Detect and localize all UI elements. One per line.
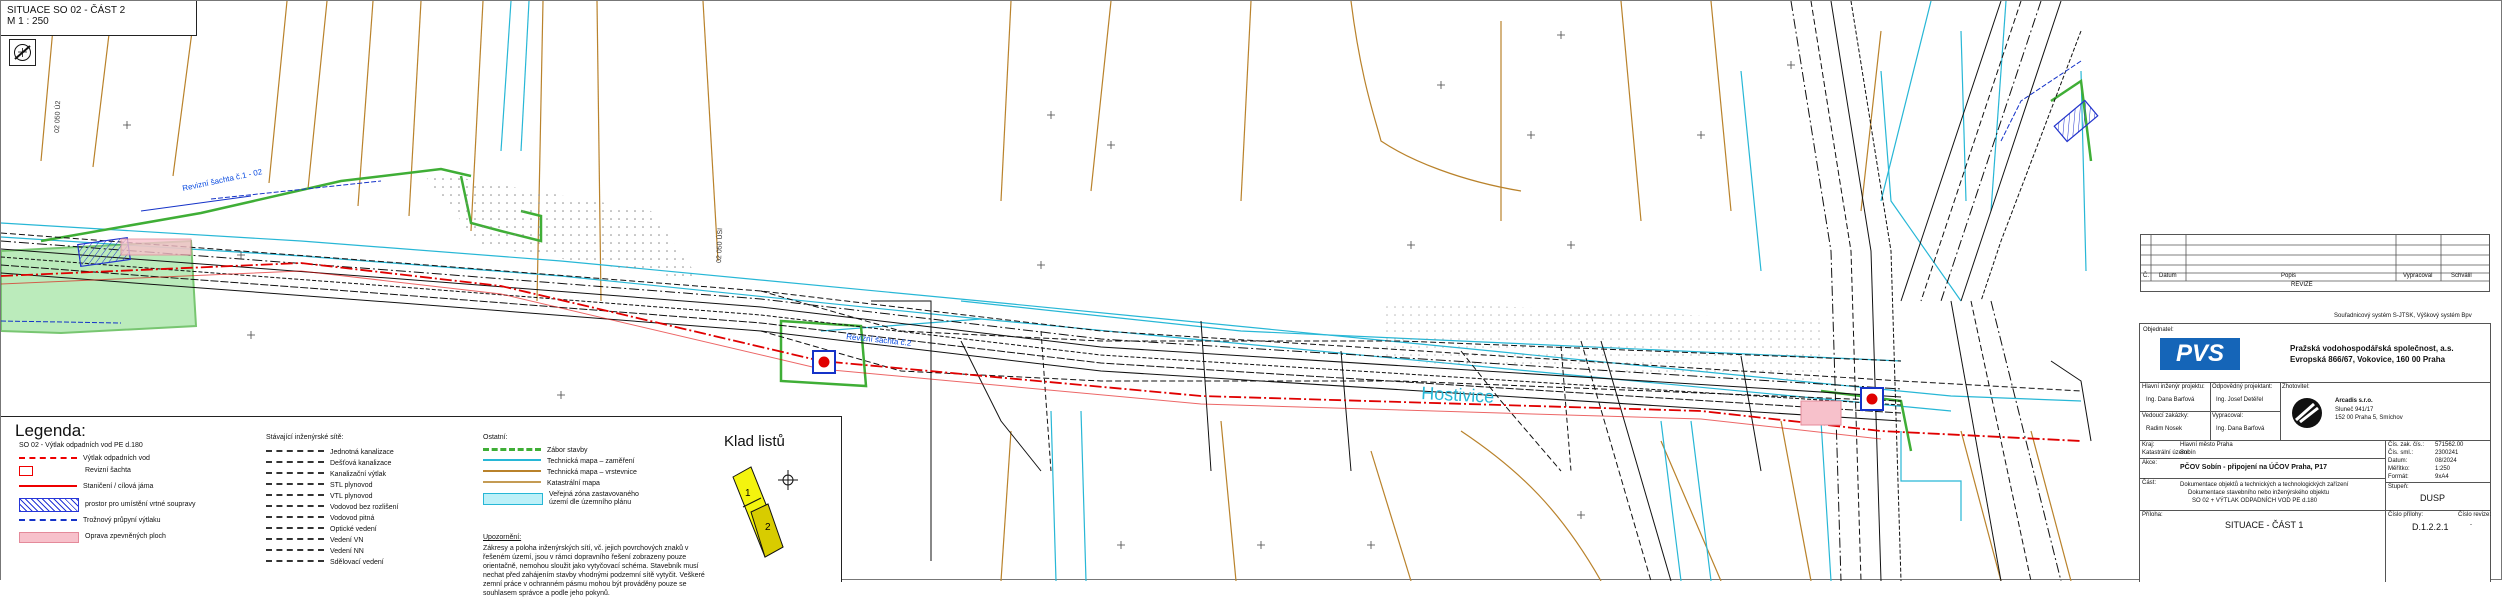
north-arrow-icon bbox=[9, 39, 36, 66]
legend-note: Zákresy a poloha inženýrských sítí, vč. … bbox=[483, 545, 705, 597]
investor-address: Evropská 866/67, Vokovice, 160 00 Praha bbox=[2290, 355, 2446, 364]
drawing-number: D.1.2.2.1 bbox=[2412, 522, 2449, 532]
project-name: PČOV Sobín - připojení na ÚČOV Praha, P1… bbox=[2180, 464, 2328, 471]
designer-name: Arcadis s.r.o. bbox=[2335, 398, 2373, 404]
revision-col-approved: Schválil bbox=[2451, 273, 2472, 279]
coordinate-system: Souřadnicový systém S-JTSK, Výškový syst… bbox=[2334, 313, 2472, 319]
sheet-title: SITUACE SO 02 - ČÁST 2 bbox=[7, 5, 126, 16]
legend-note-title: Upozornění: bbox=[483, 534, 522, 541]
technical-drawing-sheet: 02 050 ÚSI 02 050 Ú2 Hostivice Revizní š… bbox=[0, 0, 2502, 597]
legend-panel: Legenda: SO 02 - Výtlak odpadních vod PE… bbox=[1, 416, 842, 597]
street-name: Hostivice bbox=[1421, 383, 1495, 407]
cadastral-label-2: 02 050 Ú2 bbox=[52, 100, 62, 133]
cadastral-label-1: 02 050 ÚSI bbox=[714, 228, 724, 263]
sheet-scale: M 1 : 250 bbox=[7, 16, 49, 27]
revision-label-1: Revizní šachta č.1 - 02 bbox=[182, 167, 264, 193]
legend-item: Jednotná kanalizace bbox=[266, 447, 399, 458]
legend-item: Zábor stavby bbox=[483, 445, 649, 456]
revision-table: Č. Datum Popis Vypracoval Schválil REVIZ… bbox=[2140, 234, 2490, 292]
sheet-title-box: SITUACE SO 02 - ČÁST 2 M 1 : 250 bbox=[1, 1, 197, 36]
legend-item: Výtlak odpadních vod bbox=[19, 453, 196, 465]
investor-label: Objednatel: bbox=[2143, 327, 2174, 333]
legend-column-left: Výtlak odpadních vod Revizní šachta Stan… bbox=[19, 453, 196, 545]
revision-col-no: Č. bbox=[2143, 273, 2149, 279]
arcadis-logo-icon bbox=[2292, 398, 2322, 428]
legend-item: Staničení / cílová jáma bbox=[19, 477, 196, 497]
legend-item: Trožnový průpyní výtlaku bbox=[19, 513, 196, 529]
legend-group-heading-right: Ostatní: bbox=[483, 434, 508, 441]
revision-shaft-1 bbox=[812, 350, 836, 374]
roles-section: Hlavní inženýr projektu: Ing. Dana Barfo… bbox=[2140, 382, 2490, 440]
legend-column-mid: Jednotná kanalizace Dešťová kanalizace K… bbox=[266, 447, 399, 568]
legend-item: Veřejná zóna zastavovaného území dle úze… bbox=[483, 489, 649, 509]
legend-column-right: Zábor stavby Technická mapa – zaměření T… bbox=[483, 445, 649, 509]
project-section: Kraj: Hlavní město Praha Katastrální úze… bbox=[2140, 440, 2491, 582]
sheet-key-label-1: 1 bbox=[745, 488, 751, 499]
revision-shaft-2 bbox=[1860, 387, 1884, 411]
legend-group-heading-left: SO 02 - Výtlak odpadních vod PE d.180 bbox=[19, 442, 143, 449]
revision-col-desc: Popis bbox=[2281, 273, 2297, 279]
stage-value: DUSP bbox=[2420, 493, 2446, 503]
revision-col-author: Vypracoval bbox=[2403, 273, 2433, 279]
legend-group-heading-mid: Stávající inženýrské sítě: bbox=[266, 434, 344, 441]
investor-name: Pražská vodohospodářská společnost, a.s. bbox=[2290, 344, 2454, 353]
legend-title: Legenda: bbox=[15, 421, 86, 440]
sheet-key-diagram: 1 2 bbox=[732, 466, 798, 558]
pvs-logo: PVS bbox=[2160, 338, 2240, 370]
revision-col-date: Datum bbox=[2159, 273, 2177, 279]
revision-label-2: Revizní šachta č.2 bbox=[846, 332, 912, 348]
sheet-key-label-2: 2 bbox=[765, 522, 771, 533]
title-block: Objednatel: PVS Pražská vodohospodářská … bbox=[2139, 323, 2491, 582]
revision-caption: REVIZE bbox=[2291, 282, 2313, 288]
legend-item: prostor pro umístění vrtné soupravy bbox=[19, 497, 196, 513]
sheet-key-title: Klad listů bbox=[724, 433, 785, 450]
legend-item: Oprava zpevněných ploch bbox=[19, 529, 196, 545]
drawing-name: SITUACE - ČÁST 1 bbox=[2225, 520, 2304, 530]
